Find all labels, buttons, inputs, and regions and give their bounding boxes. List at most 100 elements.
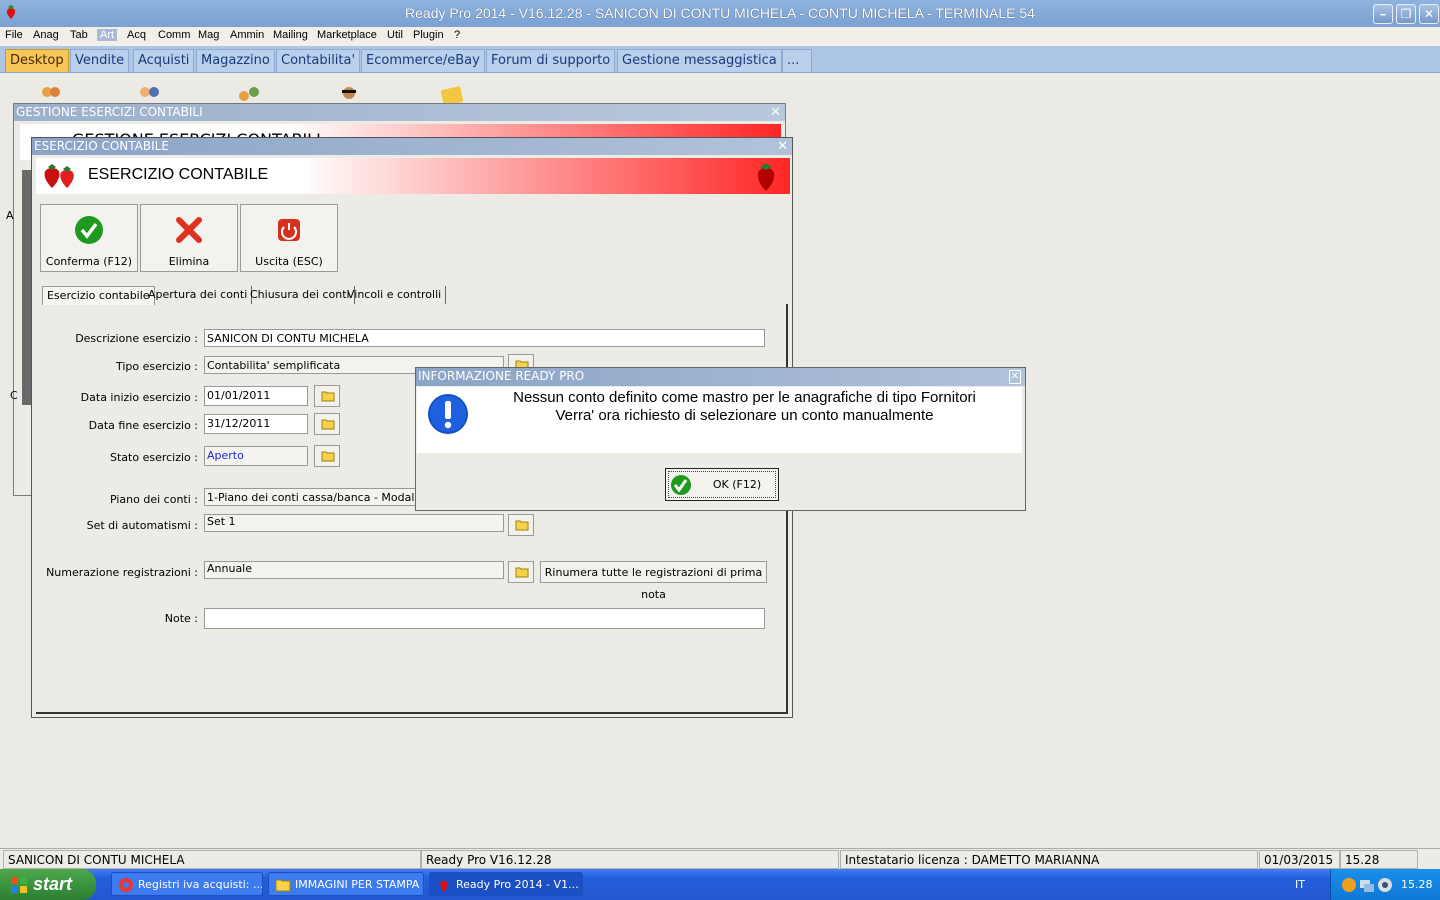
status-license: Intestatario licenza : DAMETTO MARIANNA	[840, 850, 1258, 869]
esercizio-title: ESERCIZIO CONTABILE	[32, 138, 792, 155]
esercizio-banner-title: ESERCIZIO CONTABILE	[88, 166, 269, 183]
network-icon[interactable]	[1359, 877, 1375, 893]
menu-mailing[interactable]: Mailing	[273, 29, 308, 41]
menu-util[interactable]: Util	[387, 29, 403, 41]
system-tray: 15.28	[1330, 869, 1440, 900]
data-inizio-label: Data inizio esercizio :	[80, 391, 198, 404]
task-chrome-label: Registri iva acquisti: ...	[138, 878, 263, 891]
users-icon[interactable]	[38, 84, 64, 104]
task-readypro[interactable]: Ready Pro 2014 - V1...	[429, 872, 583, 896]
gestione-banner-title: GESTIONE ESERCIZI CONTABILI	[72, 130, 321, 137]
piano-field[interactable]: 1-Piano dei conti cassa/banca - Modalita…	[204, 488, 416, 506]
gestione-close-button[interactable]: ✕	[770, 104, 781, 121]
esercizio-close-button[interactable]: ✕	[777, 138, 788, 155]
status-date: 01/03/2015	[1259, 850, 1340, 869]
tab-vendite[interactable]: Vendite	[70, 49, 130, 72]
data-inizio-input[interactable]: 01/01/2011	[204, 386, 308, 406]
menu-ammin[interactable]: Ammin	[230, 29, 264, 41]
delete-button[interactable]: Elimina	[140, 204, 238, 272]
strawberry-icon	[440, 881, 448, 892]
numerazione-field[interactable]: Annuale	[204, 561, 504, 579]
windows-logo-icon	[11, 877, 27, 893]
language-indicator[interactable]: IT	[1295, 878, 1305, 891]
menu-tab[interactable]: Tab	[70, 29, 88, 41]
info-dialog-title: INFORMAZIONE READY PRO	[416, 368, 1025, 386]
esercizio-tabs: Esercizio contabile Apertura dei conti C…	[42, 286, 788, 306]
agent-icon[interactable]	[338, 84, 360, 104]
start-button[interactable]: start	[0, 869, 96, 900]
folder-icon	[515, 567, 529, 578]
menu-bar: File Anag Tab Art Acq Comm Mag Ammin Mai…	[0, 27, 1440, 46]
start-label: start	[33, 874, 73, 894]
chrome-icon	[119, 878, 133, 892]
window-title: Ready Pro 2014 - V16.12.28 - SANICON DI …	[405, 5, 1035, 21]
tab-desktop[interactable]: Desktop	[5, 49, 69, 72]
data-fine-label: Data fine esercizio :	[88, 419, 198, 432]
task-chrome[interactable]: Registri iva acquisti: ...	[111, 872, 263, 896]
power-icon	[278, 219, 300, 241]
descrizione-input[interactable]: SANICON DI CONTU MICHELA	[204, 329, 765, 347]
tab-more[interactable]: ...	[782, 49, 812, 72]
task-folder-label: IMMAGINI PER STAMPA	[295, 878, 420, 891]
restore-button[interactable]: ❐	[1396, 4, 1416, 24]
tab-messaggistica[interactable]: Gestione messaggistica	[617, 49, 782, 72]
folder-notes-icon[interactable]	[436, 84, 466, 104]
menu-art[interactable]: Art	[97, 29, 118, 41]
note-label: Note :	[164, 612, 198, 625]
data-fine-input[interactable]: 31/12/2011	[204, 414, 308, 434]
tray-clock: 15.28	[1401, 878, 1433, 891]
tab-ecommerce[interactable]: Ecommerce/eBay	[361, 49, 485, 72]
numerazione-label: Numerazione registrazioni :	[46, 566, 198, 579]
status-time: 15.28	[1340, 850, 1418, 869]
delete-x-icon	[176, 217, 202, 243]
ok-button[interactable]: OK (F12)	[665, 468, 779, 501]
confirm-button[interactable]: Conferma (F12)	[40, 204, 138, 272]
tray-app-icon[interactable]	[1341, 877, 1357, 893]
menu-acq[interactable]: Acq	[127, 29, 146, 41]
rinumera-button[interactable]: Rinumera tutte le registrazioni di prima…	[540, 561, 767, 601]
menu-marketplace[interactable]: Marketplace	[317, 29, 377, 41]
menu-plugin[interactable]: Plugin	[413, 29, 444, 41]
set-folder-button[interactable]	[508, 514, 534, 536]
exit-button[interactable]: Uscita (ESC)	[240, 204, 338, 272]
info-dialog-body: Nessun conto definito come mastro per le…	[417, 387, 1022, 453]
main-tab-bar: Desktop Vendite Acquisti Magazzino Conta…	[0, 46, 1440, 73]
data-inizio-folder-button[interactable]	[314, 385, 340, 407]
tab-vincoli-controlli[interactable]: Vincoli e controlli	[343, 286, 447, 304]
menu-comm[interactable]: Comm	[158, 29, 190, 41]
tab-magazzino[interactable]: Magazzino	[196, 49, 275, 72]
tab-acquisti[interactable]: Acquisti	[133, 49, 195, 72]
set-label: Set di automatismi :	[86, 519, 198, 532]
piano-label: Piano dei conti :	[109, 493, 198, 506]
tab-contabilita[interactable]: Contabilita'	[276, 49, 361, 72]
stato-field[interactable]: Aperto	[204, 446, 308, 466]
taskbar: start Registri iva acquisti: ... IMMAGIN…	[0, 869, 1440, 900]
contacts-icon[interactable]	[136, 84, 164, 104]
status-bar: SANICON DI CONTU MICHELA Ready Pro V16.1…	[0, 848, 1440, 870]
tab-forum[interactable]: Forum di supporto	[486, 49, 616, 72]
info-dialog-close-button[interactable]: ✕	[1008, 370, 1021, 384]
security-icon[interactable]	[1377, 877, 1393, 893]
esercizio-banner: ESERCIZIO CONTABILE	[36, 158, 790, 194]
menu-anag[interactable]: Anag	[33, 29, 59, 41]
stato-folder-button[interactable]	[314, 445, 340, 467]
tab-esercizio-contabile[interactable]: Esercizio contabile	[42, 286, 155, 305]
app-title-bar: Ready Pro 2014 - V16.12.28 - SANICON DI …	[0, 0, 1440, 27]
tipo-label: Tipo esercizio :	[115, 360, 198, 373]
data-fine-folder-button[interactable]	[314, 413, 340, 435]
menu-mag[interactable]: Mag	[198, 29, 219, 41]
tab-chiusura-conti[interactable]: Chiusura dei conti	[246, 286, 355, 304]
task-folder[interactable]: IMMAGINI PER STAMPA	[268, 872, 424, 896]
set-field[interactable]: Set 1	[204, 514, 504, 532]
tab-apertura-conti[interactable]: Apertura dei conti	[144, 286, 253, 304]
note-input[interactable]	[204, 608, 765, 629]
close-button[interactable]: ✕	[1419, 4, 1439, 24]
numerazione-folder-button[interactable]	[508, 561, 534, 583]
staff-icon[interactable]	[234, 84, 264, 104]
info-exclamation-icon	[428, 394, 468, 434]
menu-help[interactable]: ?	[454, 29, 460, 41]
menu-file[interactable]: File	[5, 29, 23, 41]
confirm-label: Conferma (F12)	[45, 255, 133, 268]
minimize-button[interactable]: –	[1373, 4, 1393, 24]
esercizio-toolbar: Conferma (F12) Elimina Uscita (ESC)	[40, 204, 350, 272]
